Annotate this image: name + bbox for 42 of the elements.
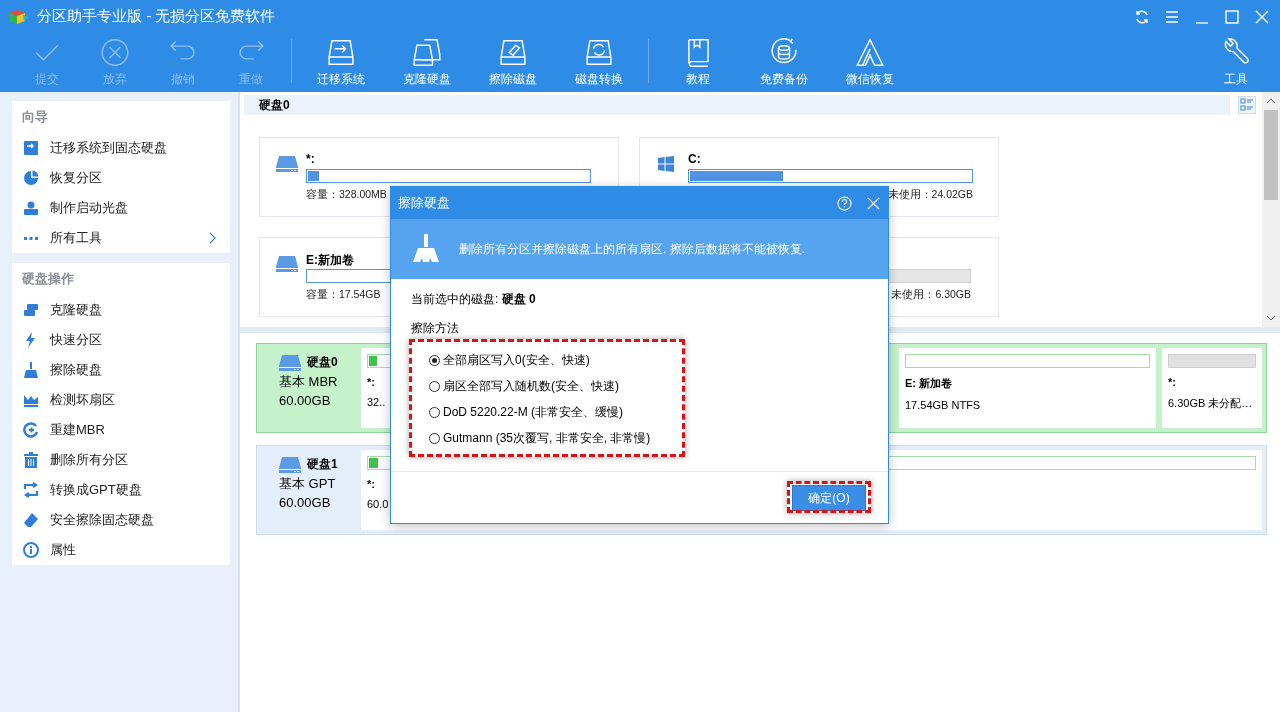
disk-type: 基本 MBR [279,373,339,391]
partition-name: *: [367,478,375,490]
disk-type: 基本 GPT [279,475,337,493]
sidebar-item-label: 检测坏扇区 [50,391,115,409]
sidebar-item-label: 属性 [50,541,76,559]
partition-name: E: 新加卷 [905,376,953,391]
sidebar-item-label: 转换成GPT硬盘 [50,481,142,499]
sidebar-item-label: 重建MBR [50,421,105,439]
partition-info: 6.30GB 未分配… [1168,396,1253,411]
disk-size: 60.00GB [279,393,332,408]
partition-name: *: [306,152,316,168]
partition-name: *: [1168,376,1176,388]
window-title: 分区助手专业版 - 无损分区免费软件 [37,7,276,26]
sidebar-item-label: 制作启动光盘 [50,199,128,217]
capacity-text: 容量：328.00MB [306,188,387,202]
sidebar-item-label: 擦除硬盘 [50,361,102,379]
warning-text: 删除所有分区并擦除磁盘上的所有扇区. 擦除后数据将不能被恢复. [459,240,805,258]
method-label: 擦除方法 [411,320,460,337]
sidebar-item-label: 删除所有分区 [50,451,128,469]
partition-info: 17.54GB NTFS [905,399,981,411]
partition-info: 32.. [367,396,386,408]
disk-name: 硬盘0 [307,354,338,371]
sidebar-item-label: 克隆硬盘 [50,301,102,319]
selected-disk-text: 当前选中的磁盘: 硬盘 0 [411,291,537,308]
dialog-title: 擦除硬盘 [398,194,450,212]
disk-name: 硬盘1 [307,456,338,473]
sidebar-item-label: 恢复分区 [50,169,102,187]
partition-name: C: [688,152,702,168]
sidebar-item-label: 快速分区 [50,331,102,349]
partition-info: 60.0 [367,498,389,510]
partition-name: E:新加卷 [306,252,355,269]
free-space-text: 未使用：6.30GB [891,288,971,302]
sidebar-item-label: 所有工具 [50,229,102,247]
capacity-text: 容量：17.54GB [306,288,381,302]
free-space-text: 未使用：24.02GB [887,188,973,202]
sidebar-item-label: 迁移系统到固态硬盘 [50,139,167,157]
disk-size: 60.00GB [279,495,332,510]
sidebar-item-label: 安全擦除固态硬盘 [50,511,154,529]
partition-name: *: [367,376,375,388]
section-heading: 硬盘操作 [21,270,75,288]
section-heading: 向导 [21,108,49,126]
disk-title: 硬盘0 [259,96,290,114]
